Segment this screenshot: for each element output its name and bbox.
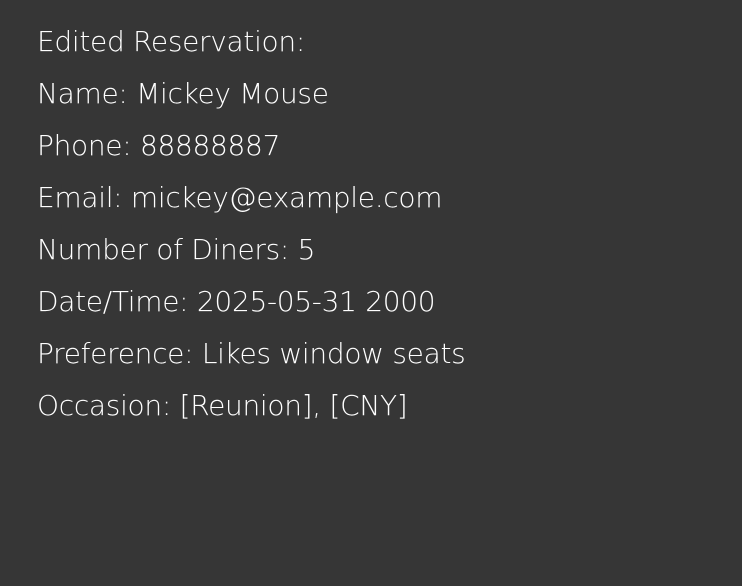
reservation-email: Email: mickey@example.com — [37, 181, 443, 214]
reservation-datetime: Date/Time: 2025-05-31 2000 — [37, 285, 436, 318]
reservation-name: Name: Mickey Mouse — [37, 77, 329, 110]
reservation-occasion: Occasion: [Reunion], [CNY] — [37, 389, 408, 422]
reservation-phone: Phone: 88888887 — [37, 129, 281, 162]
reservation-preference: Preference: Likes window seats — [37, 337, 466, 370]
result-heading: Edited Reservation: — [37, 25, 305, 58]
reservation-diners: Number of Diners: 5 — [37, 233, 316, 266]
result-display-panel: Edited Reservation: Name: Mickey Mouse P… — [0, 0, 742, 586]
